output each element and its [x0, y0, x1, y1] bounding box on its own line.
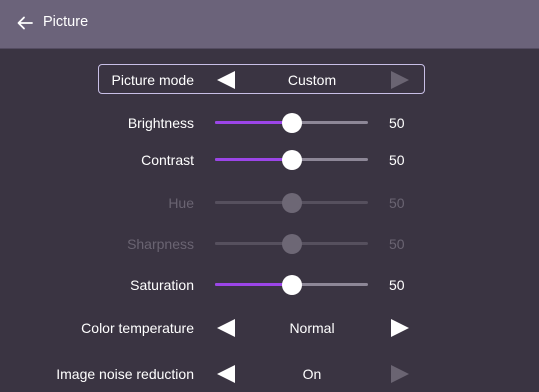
sharpness-label: Sharpness [127, 236, 194, 252]
slider-fill [215, 158, 292, 161]
next-option-icon[interactable] [389, 364, 411, 384]
picture-mode-row[interactable]: Picture mode Custom [0, 64, 539, 96]
hue-slider [215, 193, 368, 213]
picture-settings-screen: Picture Picture mode Custom Brightness 5… [0, 0, 539, 392]
brightness-slider[interactable] [215, 113, 368, 133]
brightness-label: Brightness [127, 115, 194, 131]
slider-thumb [281, 193, 302, 213]
sharpness-slider [215, 234, 368, 254]
saturation-value: 50 [389, 277, 405, 293]
brightness-value: 50 [389, 115, 405, 131]
slider-fill [215, 121, 292, 124]
contrast-row: Contrast 50 [0, 144, 539, 176]
saturation-label: Saturation [130, 277, 194, 293]
slider-fill [215, 201, 292, 204]
slider-fill [215, 283, 292, 286]
slider-thumb[interactable] [281, 150, 302, 170]
noise-reduction-label: Image noise reduction [56, 366, 194, 382]
hue-label: Hue [168, 195, 194, 211]
color-temperature-row[interactable]: Color temperature Normal [0, 312, 539, 344]
picture-mode-value: Custom [287, 72, 337, 88]
contrast-slider[interactable] [215, 150, 368, 170]
sharpness-row: Sharpness 50 [0, 228, 539, 260]
header-bar: Picture [0, 0, 539, 49]
hue-row: Hue 50 [0, 187, 539, 219]
saturation-row: Saturation 50 [0, 269, 539, 301]
previous-option-icon[interactable] [215, 364, 237, 384]
picture-mode-label: Picture mode [111, 72, 194, 88]
sharpness-value: 50 [389, 236, 405, 252]
contrast-value: 50 [389, 152, 405, 168]
slider-thumb [281, 234, 302, 254]
noise-reduction-row[interactable]: Image noise reduction On [0, 358, 539, 390]
arrow-left-icon [17, 16, 33, 30]
slider-fill [215, 242, 292, 245]
contrast-label: Contrast [141, 152, 194, 168]
back-button[interactable] [14, 12, 36, 34]
previous-option-icon[interactable] [215, 318, 237, 338]
noise-reduction-value: On [302, 366, 322, 382]
next-option-icon[interactable] [389, 70, 411, 90]
brightness-row: Brightness 50 [0, 107, 539, 139]
hue-value: 50 [389, 195, 405, 211]
next-option-icon[interactable] [389, 318, 411, 338]
color-temperature-value: Normal [289, 320, 335, 336]
slider-thumb[interactable] [281, 275, 302, 295]
saturation-slider[interactable] [215, 275, 368, 295]
previous-option-icon[interactable] [215, 70, 237, 90]
color-temperature-label: Color temperature [81, 320, 194, 336]
slider-thumb[interactable] [281, 113, 302, 133]
page-title: Picture [43, 14, 89, 30]
